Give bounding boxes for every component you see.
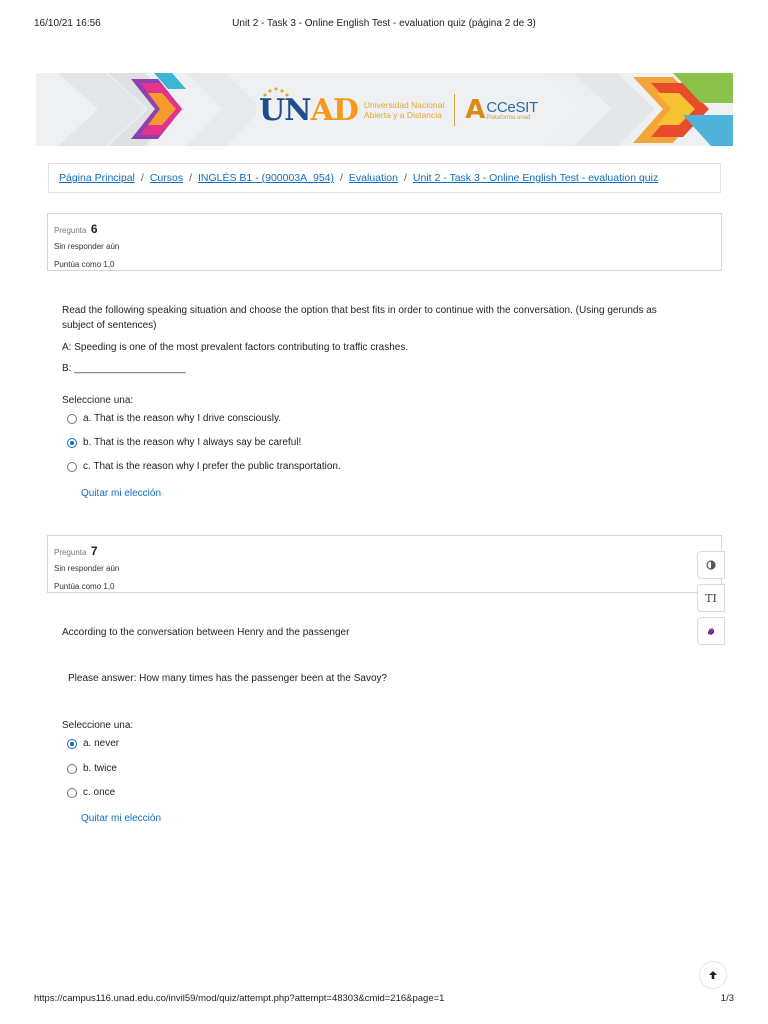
banner-decoration-right [543, 73, 733, 146]
hand-icon [708, 627, 714, 635]
question-7-option-c[interactable]: c. once [67, 787, 115, 798]
question-7-option-b[interactable]: b. twice [67, 763, 117, 774]
breadcrumb-separator: / [340, 172, 343, 184]
arrow-up-icon [709, 971, 717, 979]
back-to-top-button[interactable] [699, 961, 727, 989]
question-7-clear-choice[interactable]: Quitar mi elección [81, 813, 161, 824]
question-6-option-a[interactable]: a. That is the reason why I drive consci… [67, 413, 281, 424]
print-title: Unit 2 - Task 3 - Online English Test - … [232, 18, 536, 29]
breadcrumb-separator: / [140, 172, 144, 184]
radio-button[interactable] [67, 763, 77, 774]
contrast-button[interactable] [697, 551, 725, 579]
accessibility-tools-button[interactable] [697, 617, 725, 645]
unad-name: Universidad Nacional Abierta y a Distanc… [363, 100, 445, 120]
text-size-button[interactable]: TI [697, 584, 725, 612]
question-7-option-a[interactable]: a. never [67, 738, 119, 749]
banner-decoration-left [58, 73, 256, 146]
site-banner: UNAD Universidad Nacional Abierta y a Di… [36, 73, 733, 146]
radio-button[interactable] [67, 461, 77, 472]
breadcrumb-separator: / [189, 172, 192, 184]
breadcrumb-home[interactable]: Página Principal [59, 172, 135, 184]
question-6-text: Read the following speaking situation an… [62, 305, 657, 331]
question-6-dialog-b: B: ____________________ [62, 363, 186, 374]
question-6-clear-choice[interactable]: Quitar mi elección [81, 488, 161, 499]
question-6-dialog-a: A: Speeding is one of the most prevalent… [62, 342, 409, 353]
question-label: Pregunta [54, 548, 87, 557]
question-7-text: According to the conversation between He… [62, 627, 350, 638]
logo-divider [454, 94, 456, 126]
question-state: Sin responder aún [54, 564, 120, 573]
accesit-logo: A CCeSIT Plataforma unad [465, 95, 538, 125]
breadcrumb: Página Principal / Cursos / INGLÉS B1 - … [48, 163, 721, 193]
question-6-option-b[interactable]: b. That is the reason why I always say b… [67, 437, 301, 448]
contrast-icon [706, 560, 716, 570]
breadcrumb-course[interactable]: INGLÉS B1 - (900003A_954) [198, 172, 334, 184]
radio-button[interactable] [67, 413, 77, 424]
question-label: Pregunta [54, 226, 87, 235]
print-header: 16/10/21 16:56 Unit 2 - Task 3 - Online … [34, 18, 734, 32]
breadcrumb-quiz[interactable]: Unit 2 - Task 3 - Online English Test - … [413, 172, 658, 184]
radio-button[interactable] [67, 787, 77, 798]
print-page-number: 1/3 [720, 993, 734, 1004]
breadcrumb-separator: / [403, 172, 407, 184]
unad-logo: UNAD [259, 87, 359, 128]
question-7-info: Pregunta 7 Sin responder aún Puntúa como… [47, 535, 722, 593]
breadcrumb-evaluation[interactable]: Evaluation [349, 172, 398, 184]
radio-button-selected[interactable] [67, 437, 77, 448]
question-number: 6 [90, 222, 98, 236]
question-state: Sin responder aún [54, 242, 120, 251]
question-6-info: Pregunta 6 Sin responder aún Puntúa como… [47, 213, 722, 271]
question-grade: Puntúa como 1,0 [54, 582, 115, 591]
banner-logos: UNAD Universidad Nacional Abierta y a Di… [259, 87, 538, 131]
question-7-sub-question: Please answer: How many times has the pa… [68, 673, 388, 684]
question-7-prompt: Seleccione una: [62, 720, 134, 731]
print-url: https://campus116.unad.edu.co/invil59/mo… [34, 993, 445, 1004]
question-6-option-c[interactable]: c. That is the reason why I prefer the p… [67, 461, 341, 472]
breadcrumb-courses[interactable]: Cursos [150, 172, 183, 184]
question-grade: Puntúa como 1,0 [54, 260, 115, 269]
question-number: 7 [90, 544, 98, 558]
radio-button-selected[interactable] [67, 738, 77, 749]
question-6-prompt: Seleccione una: [62, 395, 134, 406]
text-size-icon: TI [705, 591, 717, 605]
